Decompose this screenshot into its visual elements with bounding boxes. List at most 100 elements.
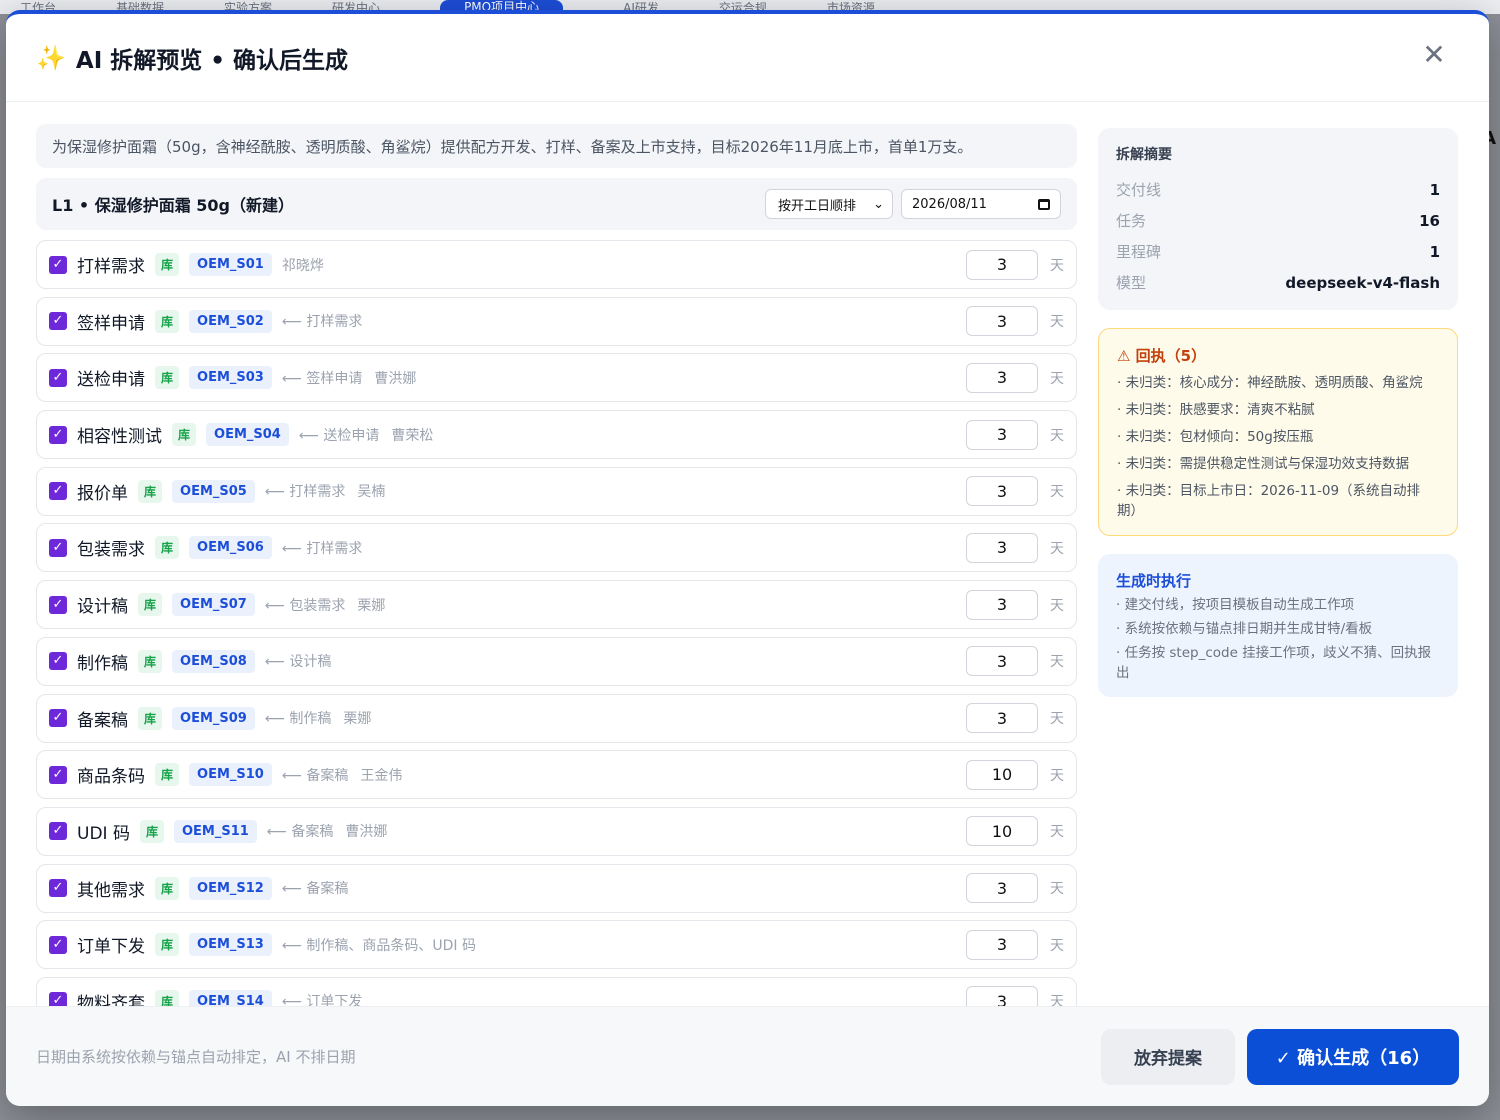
- receipt-item: · 未归类：包材倾向：50g按压瓶: [1117, 429, 1314, 445]
- library-badge: 库: [155, 876, 180, 900]
- task-row[interactable]: ✓ 打样需求库 OEM_S01 祁晓烨 3 天: [36, 240, 1077, 289]
- duration-input[interactable]: 3: [966, 703, 1038, 733]
- task-name: 送检申请: [77, 370, 145, 391]
- task-name: 其他需求: [77, 880, 145, 901]
- task-row[interactable]: ✓ 设计稿库 OEM_S07 ⟵ 包装需求 栗娜 3 天: [36, 580, 1077, 630]
- owner-name: 栗娜: [357, 597, 386, 614]
- task-checkbox[interactable]: ✓: [49, 822, 67, 841]
- discard-button[interactable]: 放弃提案: [1101, 1028, 1235, 1085]
- task-name: 备案稿: [77, 710, 128, 731]
- execution-item: · 系统按依赖与锚点排日期并生成甘特/看板: [1116, 621, 1373, 637]
- dependency-text: ⟵ 备案稿: [281, 881, 349, 898]
- confirm-generate-button[interactable]: ✓ 确认生成（16）: [1247, 1028, 1459, 1085]
- library-badge: 库: [155, 933, 180, 957]
- task-name: UDI 码: [77, 823, 130, 844]
- step-code-badge: OEM_S03: [189, 366, 272, 390]
- ai-breakdown-modal: ✨ AI 拆解预览 • 确认后生成 ✕ 为保湿修护面霜（50g，含神经酰胺、透明…: [6, 10, 1489, 1106]
- duration-value: 3: [996, 708, 1008, 728]
- library-badge: 库: [172, 423, 197, 447]
- dependency-text: ⟵ 签样申请: [281, 370, 363, 387]
- close-icon[interactable]: ✕: [1419, 40, 1449, 70]
- task-row[interactable]: ✓ 商品条码库 OEM_S10 ⟵ 备案稿 王金伟 10 天: [36, 750, 1077, 800]
- task-row[interactable]: ✓ 备案稿库 OEM_S09 ⟵ 制作稿 栗娜 3 天: [36, 693, 1077, 743]
- receipt-item: · 未归类：肤感要求：清爽不粘腻: [1117, 402, 1315, 418]
- task-row[interactable]: ✓ 相容性测试库 OEM_S04 ⟵ 送检申请 曹荣松 3 天: [36, 410, 1077, 460]
- footer-note: 日期由系统按依赖与锚点自动排定，AI 不排日期: [36, 1048, 356, 1066]
- duration-unit: 天: [1050, 484, 1064, 501]
- duration-unit: 天: [1050, 824, 1064, 841]
- dependency-text: ⟵ 包装需求: [264, 597, 346, 614]
- step-code-badge: OEM_S09: [172, 706, 255, 730]
- duration-input[interactable]: 3: [966, 873, 1038, 904]
- task-name: 制作稿: [77, 653, 128, 674]
- summary-label: 任务: [1116, 212, 1147, 230]
- duration-value: 3: [996, 311, 1008, 331]
- task-checkbox[interactable]: ✓: [49, 538, 67, 557]
- step-code-badge: OEM_S01: [189, 253, 272, 276]
- duration-input[interactable]: 3: [966, 419, 1038, 450]
- duration-input[interactable]: 10: [966, 816, 1038, 847]
- summary-value: 1: [1429, 242, 1440, 261]
- duration-unit: 天: [1050, 711, 1064, 727]
- task-name: 包装需求: [77, 540, 145, 561]
- task-row[interactable]: ✓ 制作稿库 OEM_S08 ⟵ 设计稿 3 天: [36, 636, 1077, 686]
- duration-input[interactable]: 10: [966, 759, 1038, 790]
- owner-name: 曹洪娜: [345, 824, 388, 841]
- task-checkbox[interactable]: ✓: [49, 709, 67, 727]
- task-row[interactable]: ✓ 包装需求库 OEM_S06 ⟵ 打样需求 3 天: [36, 523, 1077, 573]
- library-badge: 库: [138, 479, 163, 503]
- anchor-date-input[interactable]: 2026/08/11: [901, 189, 1061, 219]
- duration-input[interactable]: 3: [966, 532, 1038, 563]
- task-row[interactable]: ✓ UDI 码库 OEM_S11 ⟵ 备案稿 曹洪娜 10 天: [36, 806, 1077, 856]
- library-badge: 库: [139, 819, 164, 843]
- duration-input[interactable]: 3: [966, 589, 1038, 620]
- task-name: 设计稿: [77, 597, 128, 618]
- execution-card: 生成时执行 · 建交付线，按项目模板自动生成工作项 · 系统按依赖与锚点排日期并生…: [1098, 554, 1458, 697]
- owner-name: 曹洪娜: [374, 370, 417, 387]
- summary-title: 拆解摘要: [1116, 147, 1172, 163]
- task-checkbox[interactable]: ✓: [49, 425, 67, 444]
- duration-input[interactable]: 3: [966, 362, 1038, 393]
- task-row[interactable]: ✓ 送检申请库 OEM_S03 ⟵ 签样申请 曹洪娜 3 天: [36, 353, 1077, 403]
- duration-input[interactable]: 3: [966, 306, 1038, 337]
- task-row[interactable]: ✓ 订单下发库 OEM_S13 ⟵ 制作稿、商品条码、UDI 码 3 天: [36, 920, 1077, 970]
- duration-value: 3: [996, 935, 1008, 955]
- duration-unit: 天: [1050, 540, 1064, 557]
- step-code-badge: OEM_S11: [173, 819, 257, 843]
- task-checkbox[interactable]: ✓: [49, 652, 67, 671]
- dependency-text: ⟵ 打样需求: [281, 314, 363, 331]
- duration-value: 3: [996, 481, 1008, 501]
- task-name: 订单下发: [77, 937, 145, 958]
- task-checkbox[interactable]: ✓: [49, 879, 67, 898]
- task-row[interactable]: ✓ 签样申请库 OEM_S02 ⟵ 打样需求 3 天: [36, 296, 1077, 346]
- duration-unit: 天: [1050, 767, 1064, 784]
- duration-value: 3: [996, 368, 1008, 388]
- duration-input[interactable]: 3: [966, 476, 1038, 507]
- duration-value: 3: [996, 538, 1008, 558]
- task-checkbox[interactable]: ✓: [49, 482, 67, 501]
- dependency-text: ⟵ 制作稿: [264, 711, 332, 727]
- task-checkbox[interactable]: ✓: [49, 595, 67, 614]
- task-checkbox[interactable]: ✓: [49, 368, 67, 387]
- step-code-badge: OEM_S08: [172, 649, 255, 673]
- task-checkbox[interactable]: ✓: [49, 312, 67, 331]
- owner-name: 栗娜: [343, 711, 372, 727]
- schedule-mode-select[interactable]: 按开工日顺排 ⌄: [765, 189, 893, 219]
- task-row[interactable]: ✓ 报价单库 OEM_S05 ⟵ 打样需求 吴楠 3 天: [36, 466, 1077, 516]
- receipt-item: · 未归类：需提供稳定性测试与保湿功效支持数据: [1117, 456, 1410, 472]
- duration-input[interactable]: 3: [966, 929, 1038, 960]
- duration-unit: 天: [1050, 937, 1064, 954]
- receipt-card: ⚠ 回执（5） · 未归类：核心成分：神经酰胺、透明质酸、角鲨烷 · 未归类：肤感…: [1098, 328, 1458, 536]
- library-badge: 库: [155, 366, 180, 390]
- dependency-text: ⟵ 备案稿: [266, 824, 334, 841]
- task-name: 相容性测试: [77, 427, 162, 448]
- task-checkbox[interactable]: ✓: [49, 765, 67, 784]
- task-checkbox[interactable]: ✓: [49, 935, 67, 954]
- duration-input[interactable]: 3: [966, 646, 1038, 677]
- receipt-item: · 未归类：目标上市日：2026-11-09（系统自动排期）: [1117, 483, 1421, 519]
- task-row[interactable]: ✓ 其他需求库 OEM_S12 ⟵ 备案稿 3 天: [36, 863, 1077, 913]
- duration-input[interactable]: 3: [966, 249, 1038, 280]
- task-checkbox[interactable]: ✓: [49, 255, 67, 274]
- task-list: ✓ 打样需求库 OEM_S01 祁晓烨 3 天 ✓ 签样申请库 OEM_S02 ⟵ 打样需求 3 天 ✓…: [36, 240, 1077, 1010]
- calendar-icon[interactable]: [1038, 198, 1050, 210]
